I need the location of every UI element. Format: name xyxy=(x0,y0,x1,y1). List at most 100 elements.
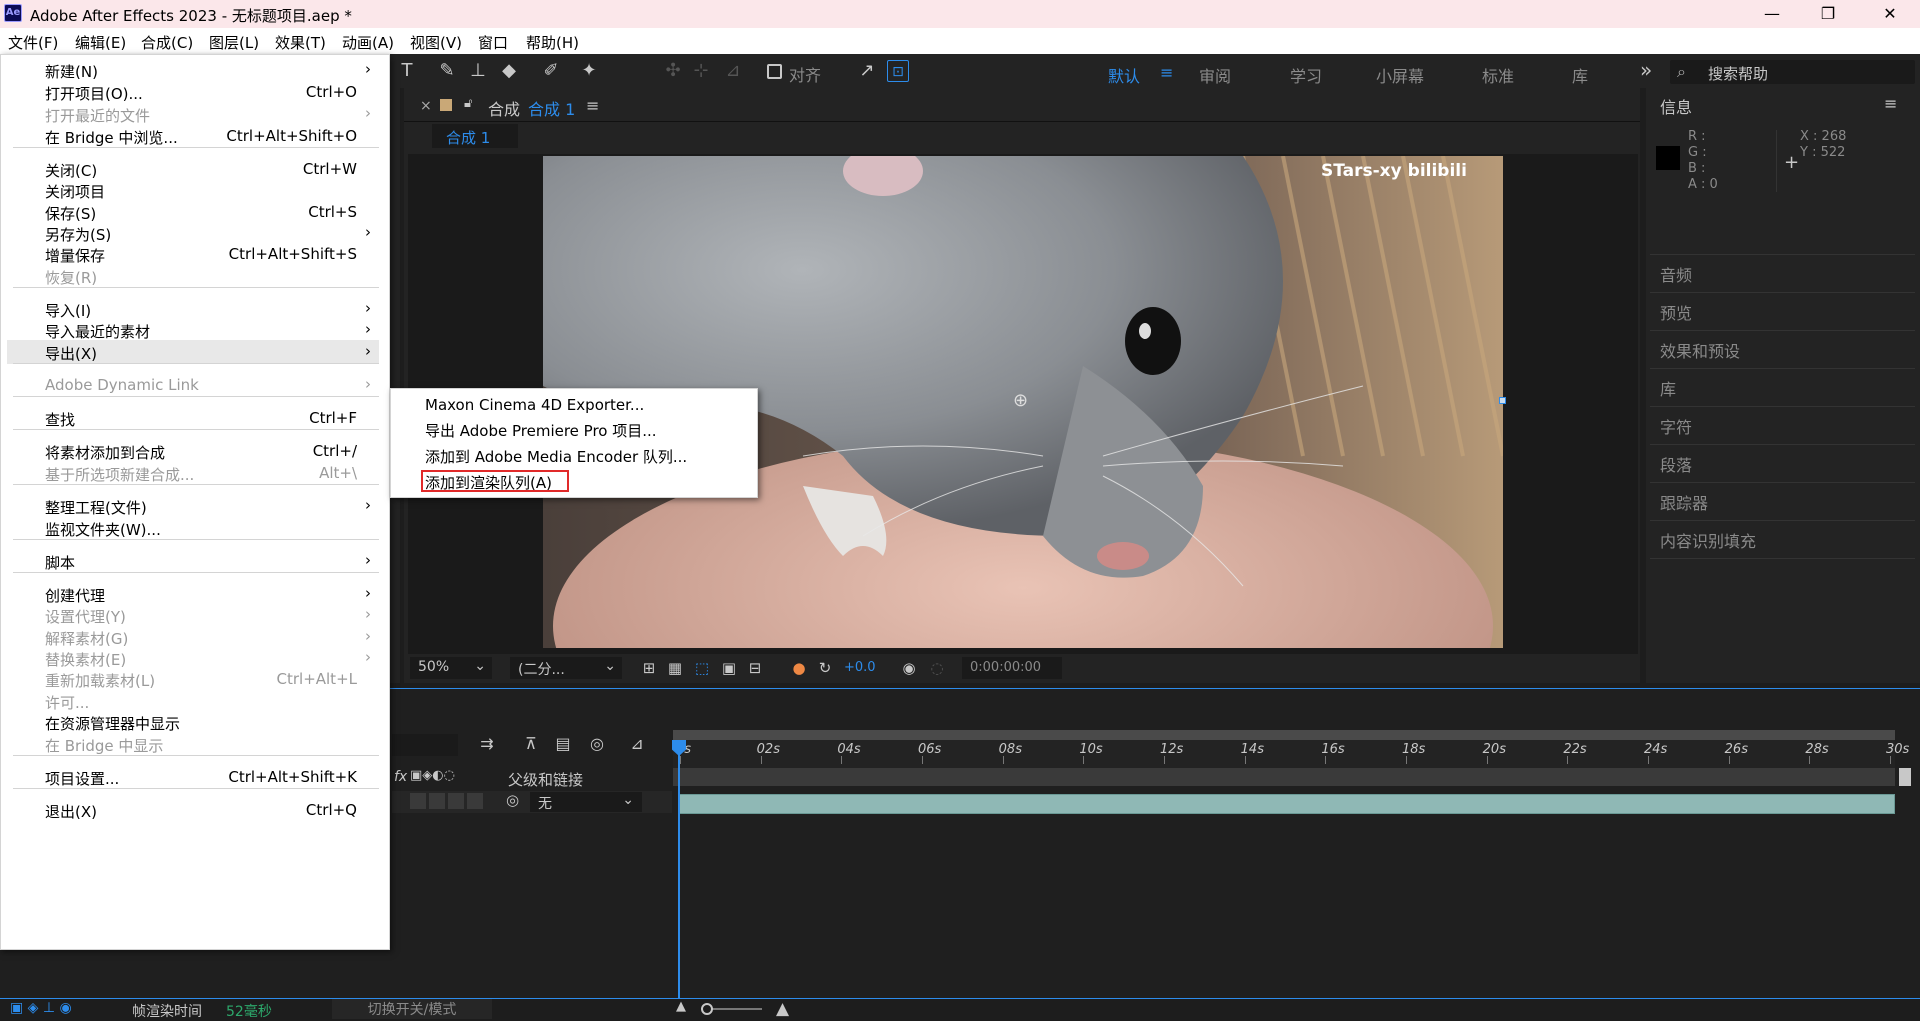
more-workspaces-icon[interactable]: » xyxy=(1640,58,1652,82)
menu-animation[interactable]: 动画(A) xyxy=(342,32,394,53)
toggle-switches-modes-button[interactable]: 切换开关/模式 xyxy=(332,999,492,1019)
menu-view[interactable]: 视图(V) xyxy=(410,32,462,53)
search-help-placeholder[interactable]: 搜索帮助 xyxy=(1708,63,1768,84)
draft-3d-icon[interactable]: ⊼ xyxy=(520,733,542,755)
workspace-small-screen[interactable]: 小屏幕 xyxy=(1376,63,1424,87)
zoom-slider-handle[interactable] xyxy=(701,1003,713,1015)
exposure-value[interactable]: +0.0 xyxy=(844,660,876,675)
brush-tool-icon[interactable]: ✎ xyxy=(436,60,458,82)
workspace-review[interactable]: 审阅 xyxy=(1199,63,1231,87)
lock-icon[interactable]: 🔓︎ xyxy=(464,96,472,111)
file-menu-item-export[interactable]: 导出(X) › xyxy=(7,340,379,364)
maximize-button[interactable]: ❐ xyxy=(1806,0,1850,28)
snap-grid-icon[interactable]: ⊡ xyxy=(887,60,909,82)
close-window-button[interactable]: ✕ xyxy=(1868,0,1912,28)
graph-editor-icon[interactable]: ⊿ xyxy=(626,733,648,755)
timecode-field[interactable]: 0:00:00:00 xyxy=(962,657,1062,679)
resolution-dropdown[interactable]: (二分... ⌄ xyxy=(510,657,622,679)
current-time-indicator[interactable] xyxy=(678,740,680,998)
world-axis-icon[interactable]: ⊹ xyxy=(690,60,712,82)
layer-switch-boxes[interactable] xyxy=(410,793,484,809)
parent-dropdown[interactable]: 无 ⌄ xyxy=(530,792,642,812)
snap-arrow-icon[interactable]: ↗ xyxy=(856,60,878,82)
info-panel-menu-icon[interactable]: ≡ xyxy=(1884,94,1897,113)
zoom-dropdown[interactable]: 50% ⌄ xyxy=(410,657,492,679)
menu-file[interactable]: 文件(F) xyxy=(8,32,58,53)
minimize-button[interactable]: — xyxy=(1750,0,1794,28)
work-area-bar[interactable] xyxy=(673,730,1895,740)
search-help-box[interactable] xyxy=(1670,60,1915,84)
view-axis-icon[interactable]: ⊿ xyxy=(722,60,744,82)
close-tab-icon[interactable]: × xyxy=(420,98,432,114)
snapshot-icon[interactable]: ◉ xyxy=(898,657,920,679)
hide-shy-layers-icon[interactable]: ▤ xyxy=(552,733,574,755)
mask-path-icon[interactable]: ⬚ xyxy=(691,657,713,679)
guides-icon[interactable]: ⊟ xyxy=(744,657,766,679)
type-tool-icon[interactable]: T xyxy=(396,60,418,82)
file-menu-item-add-footage-to-comp[interactable]: 将素材添加到合成 Ctrl+/ xyxy=(7,439,379,463)
file-menu-item-project-settings[interactable]: 项目设置... Ctrl+Alt+Shift+K xyxy=(7,765,379,789)
export-cinema4d-item[interactable]: Maxon Cinema 4D Exporter... xyxy=(425,394,745,416)
comp-breadcrumb[interactable]: 合成 1 xyxy=(432,124,518,148)
frame-blending-icon[interactable]: ◎ xyxy=(586,733,608,755)
file-menu-item-close-project[interactable]: 关闭项目 xyxy=(7,178,379,202)
menu-layer[interactable]: 图层(L) xyxy=(209,32,259,53)
timeline-search-field[interactable] xyxy=(392,734,458,756)
menu-help[interactable]: 帮助(H) xyxy=(526,32,579,53)
layer-duration-bar[interactable] xyxy=(678,794,1895,814)
snapping-checkbox[interactable] xyxy=(767,64,782,79)
region-of-interest-icon[interactable]: ▣ xyxy=(718,657,740,679)
timeline-zoom-slider[interactable] xyxy=(706,1008,762,1010)
file-menu-item-exit[interactable]: 退出(X) Ctrl+Q xyxy=(7,798,379,822)
zoom-out-icon[interactable]: ▲ xyxy=(676,999,686,1014)
show-snapshot-icon[interactable]: ◌ xyxy=(926,657,948,679)
workspace-library[interactable]: 库 xyxy=(1572,63,1588,87)
menu-edit[interactable]: 编辑(E) xyxy=(75,32,126,53)
roto-brush-tool-icon[interactable]: ✐ xyxy=(540,60,562,82)
tracker-panel-tab[interactable]: 跟踪器 xyxy=(1660,490,1708,514)
axis-mode-icon[interactable]: ✣ xyxy=(662,60,684,82)
work-area-track[interactable] xyxy=(673,768,1895,786)
status-icons[interactable]: ▣ ◈ ⊥ ◉ xyxy=(10,1000,72,1016)
menu-window[interactable]: 窗口 xyxy=(478,32,508,53)
file-menu-item-reveal-in-explorer[interactable]: 在资源管理器中显示 xyxy=(7,710,379,734)
fast-preview-icon[interactable]: ⊞ xyxy=(638,657,660,679)
workspace-standard[interactable]: 标准 xyxy=(1482,63,1514,87)
audio-panel-tab[interactable]: 音频 xyxy=(1660,262,1692,286)
file-menu-item-find[interactable]: 查找 Ctrl+F xyxy=(7,406,379,430)
reset-exposure-icon[interactable]: ↻ xyxy=(814,657,836,679)
libraries-panel-tab[interactable]: 库 xyxy=(1660,376,1676,400)
file-menu-item-new[interactable]: 新建(N) › xyxy=(7,58,379,82)
menu-composition[interactable]: 合成(C) xyxy=(141,32,193,53)
file-menu-item-browse-in-bridge[interactable]: 在 Bridge 中浏览... Ctrl+Alt+Shift+O xyxy=(7,124,379,148)
clone-stamp-tool-icon[interactable]: ⊥ xyxy=(467,60,489,82)
content-aware-fill-panel-tab[interactable]: 内容识别填充 xyxy=(1660,528,1756,552)
zoom-in-icon[interactable]: ▲ xyxy=(776,999,789,1019)
menu-effect[interactable]: 效果(T) xyxy=(275,32,326,53)
file-menu-item-increment-save[interactable]: 增量保存 Ctrl+Alt+Shift+S xyxy=(7,242,379,266)
color-channels-icon[interactable]: ● xyxy=(788,657,810,679)
transparency-grid-icon[interactable]: ▦ xyxy=(664,657,686,679)
character-panel-tab[interactable]: 字符 xyxy=(1660,414,1692,438)
file-menu-item-watch-folder[interactable]: 监视文件夹(W)... xyxy=(7,516,379,540)
puppet-pin-tool-icon[interactable]: ✦ xyxy=(578,60,600,82)
add-to-media-encoder-item[interactable]: 添加到 Adobe Media Encoder 队列... xyxy=(425,446,745,468)
workspace-learn[interactable]: 学习 xyxy=(1290,63,1322,87)
paragraph-panel-tab[interactable]: 段落 xyxy=(1660,452,1692,476)
effects-presets-panel-tab[interactable]: 效果和预设 xyxy=(1660,338,1740,362)
file-menu-item-import-recent-footage[interactable]: 导入最近的素材 › xyxy=(7,318,379,342)
export-premiere-pro-item[interactable]: 导出 Adobe Premiere Pro 项目... xyxy=(425,420,745,442)
workspace-default[interactable]: 默认 xyxy=(1108,63,1140,87)
timeline-end-marker[interactable] xyxy=(1899,768,1911,786)
layer-handle[interactable] xyxy=(1499,397,1506,404)
comp-tab-menu-icon[interactable]: ≡ xyxy=(586,96,599,115)
pick-whip-icon[interactable]: ◎ xyxy=(506,791,519,809)
eraser-tool-icon[interactable]: ◆ xyxy=(498,60,520,82)
file-menu-item-dependencies[interactable]: 整理工程(文件) › xyxy=(7,494,379,518)
add-to-render-queue-item[interactable]: 添加到渲染队列(A) xyxy=(421,470,569,492)
comp-tab-name[interactable]: 合成 1 xyxy=(528,96,575,120)
workspace-menu-icon[interactable]: ≡ xyxy=(1160,63,1173,82)
file-menu-item-scripts[interactable]: 脚本 › xyxy=(7,549,379,573)
preview-panel-tab[interactable]: 预览 xyxy=(1660,300,1692,324)
file-menu-item-open-project[interactable]: 打开项目(O)... Ctrl+O xyxy=(7,80,379,104)
